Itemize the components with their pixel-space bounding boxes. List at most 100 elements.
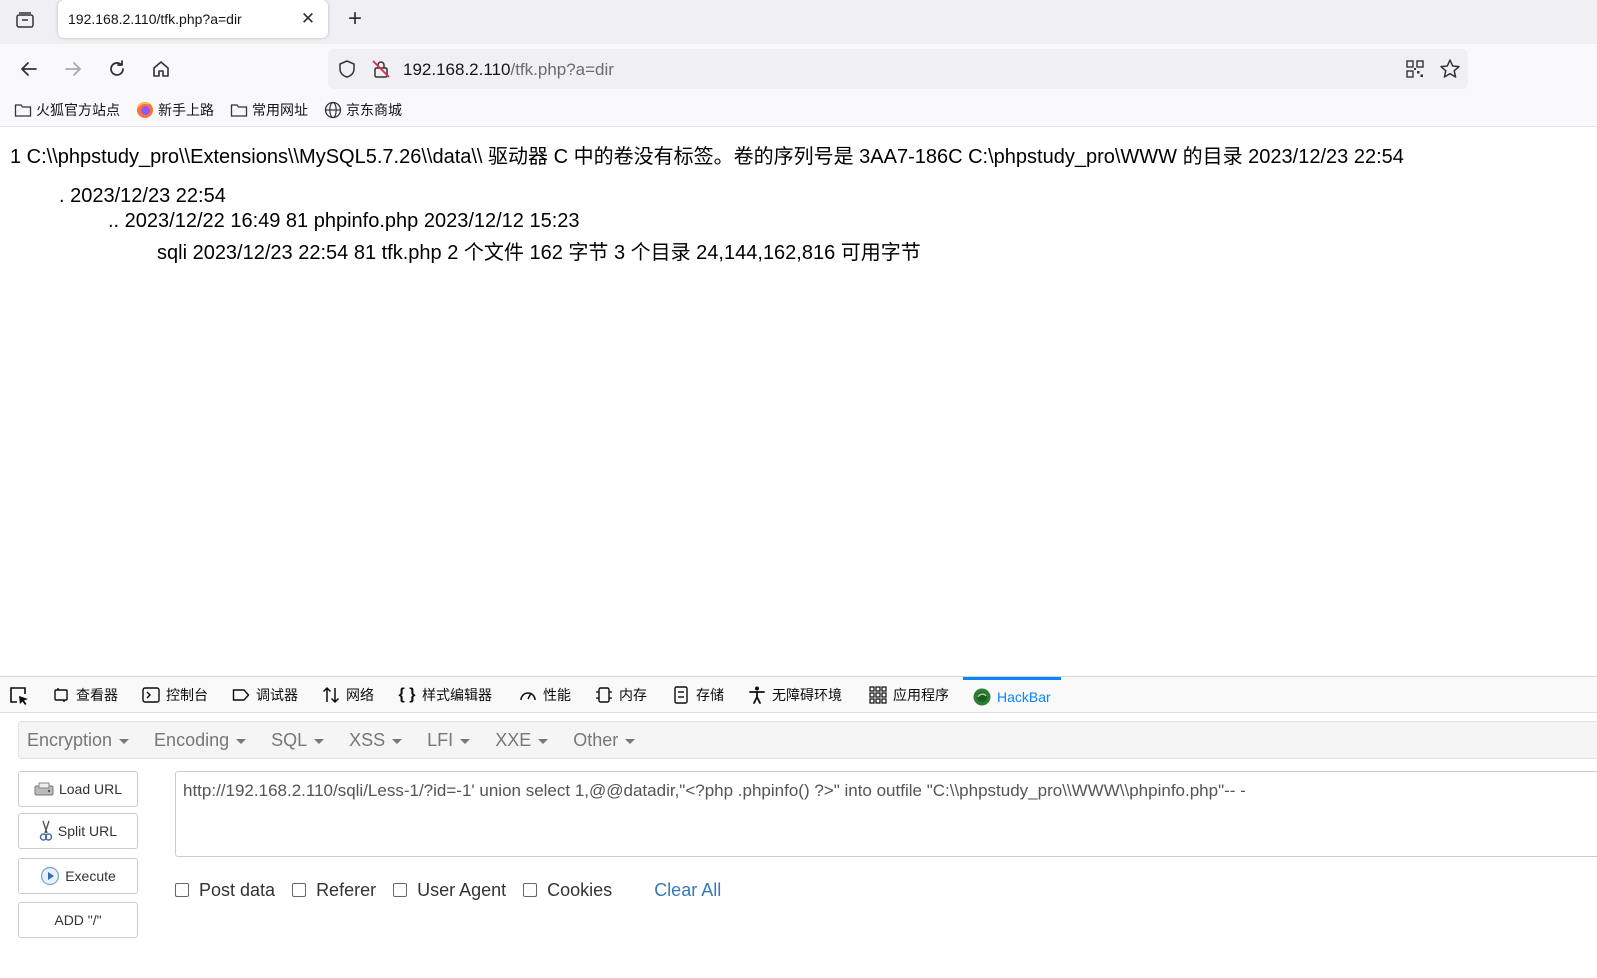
home-icon[interactable] xyxy=(145,53,177,85)
tab-memory[interactable]: 内存 xyxy=(595,677,647,713)
navigation-bar: 192.168.2.110/tfk.php?a=dir xyxy=(0,44,1597,94)
user-agent-checkbox[interactable] xyxy=(393,883,408,897)
back-arrow-icon[interactable] xyxy=(13,53,45,85)
bookmark-item[interactable]: 京东商城 xyxy=(324,100,402,120)
tracking-shield-icon[interactable] xyxy=(337,59,357,84)
close-tab-icon[interactable]: ✕ xyxy=(298,9,318,29)
tab-style-editor[interactable]: { } 样式编辑器 xyxy=(398,677,492,713)
tab-performance[interactable]: 性能 xyxy=(519,677,571,713)
option-label: Post data xyxy=(199,879,276,900)
network-icon xyxy=(322,686,340,704)
output-line-1: 1 C:\\phpstudy_pro\\Extensions\\MySQL5.7… xyxy=(10,146,1404,168)
cookies-option[interactable]: Cookies xyxy=(523,880,612,901)
bookmark-star-icon[interactable] xyxy=(1439,58,1461,85)
option-label: User Agent xyxy=(417,879,507,900)
menu-encryption[interactable]: Encryption xyxy=(27,729,130,751)
tab-storage[interactable]: 存储 xyxy=(672,677,724,713)
menu-other[interactable]: Other xyxy=(573,730,636,751)
tab-network[interactable]: 网络 xyxy=(322,677,374,713)
menu-label: XSS xyxy=(349,729,386,750)
folder-icon xyxy=(14,101,32,119)
cookies-checkbox[interactable] xyxy=(523,883,538,897)
bookmark-item[interactable]: 常用网址 xyxy=(230,100,308,120)
tab-console[interactable]: 控制台 xyxy=(142,677,208,713)
memory-icon xyxy=(595,686,613,704)
tab-application[interactable]: 应用程序 xyxy=(869,677,949,713)
referer-option[interactable]: Referer xyxy=(292,880,376,901)
add-slash-button[interactable]: ADD "/" xyxy=(18,902,138,938)
tab-label: 无障碍环境 xyxy=(772,687,842,703)
bookmark-label: 常用网址 xyxy=(252,102,308,118)
post-data-option[interactable]: Post data xyxy=(175,880,275,901)
tab-label: 查看器 xyxy=(76,687,118,703)
menu-encoding[interactable]: Encoding xyxy=(154,730,247,751)
user-agent-option[interactable]: User Agent xyxy=(393,880,506,901)
caret-down-icon xyxy=(119,738,130,744)
bookmark-item[interactable]: 火狐官方站点 xyxy=(14,100,120,120)
button-label: Split URL xyxy=(57,823,118,839)
url-host: 192.168.2.110 xyxy=(403,60,511,79)
bookmark-label: 火狐官方站点 xyxy=(36,102,120,118)
caret-down-icon xyxy=(625,738,636,744)
tab-label: 控制台 xyxy=(166,687,208,703)
url-textarea-value: http://192.168.2.110/sqli/Less-1/?id=-1'… xyxy=(183,781,1246,800)
tab-label: HackBar xyxy=(997,688,1051,705)
url-text[interactable]: 192.168.2.110/tfk.php?a=dir xyxy=(403,60,614,80)
tab-label: 调试器 xyxy=(256,687,298,703)
post-data-checkbox[interactable] xyxy=(175,883,189,897)
url-textarea[interactable]: http://192.168.2.110/sqli/Less-1/?id=-1'… xyxy=(175,771,1597,857)
tab-accessibility[interactable]: 无障碍环境 xyxy=(748,677,842,713)
tab-label: 存储 xyxy=(696,687,724,703)
devtools-panel: 查看器 控制台 调试器 网络 { } 样式编辑器 性能 内存 存储 无障碍环境 … xyxy=(0,676,1597,978)
play-icon xyxy=(40,866,60,886)
caret-down-icon xyxy=(314,738,325,744)
address-bar[interactable]: 192.168.2.110/tfk.php?a=dir xyxy=(328,49,1468,89)
menu-label: Encryption xyxy=(27,729,113,750)
tab-label: 内存 xyxy=(619,687,647,703)
reload-icon[interactable] xyxy=(101,53,133,85)
firefox-icon xyxy=(136,101,154,119)
tab-label: 应用程序 xyxy=(893,687,949,703)
tab-hackbar[interactable]: HackBar xyxy=(963,677,1061,713)
menu-label: LFI xyxy=(427,729,454,750)
tab-title: 192.168.2.110/tfk.php?a=dir xyxy=(68,11,242,27)
browser-tab-active[interactable]: 192.168.2.110/tfk.php?a=dir ✕ xyxy=(58,0,328,38)
devtools-tab-bar: 查看器 控制台 调试器 网络 { } 样式编辑器 性能 内存 存储 无障碍环境 … xyxy=(0,677,1597,713)
menu-xss[interactable]: XSS xyxy=(349,729,403,751)
tab-list-icon[interactable] xyxy=(10,5,40,35)
forward-arrow-icon[interactable] xyxy=(57,53,89,85)
bookmarks-toolbar: 火狐官方站点 新手上路 常用网址 京东商城 xyxy=(0,94,1597,127)
inspector-icon xyxy=(52,686,70,704)
menu-label: SQL xyxy=(271,729,308,750)
folder-icon xyxy=(230,101,248,119)
option-label: Referer xyxy=(316,879,377,900)
output-line-2: . 2023/12/23 22:54 xyxy=(59,185,226,207)
load-url-button[interactable]: Load URL xyxy=(18,771,138,807)
storage-icon xyxy=(672,686,690,704)
qr-code-icon[interactable] xyxy=(1405,59,1425,84)
execute-button[interactable]: Execute xyxy=(18,858,138,894)
menu-xxe[interactable]: XXE xyxy=(495,730,549,751)
caret-down-icon xyxy=(460,738,471,744)
insecure-lock-icon[interactable] xyxy=(371,59,391,84)
tab-debugger[interactable]: 调试器 xyxy=(232,677,298,713)
button-label: Load URL xyxy=(58,781,123,797)
referer-checkbox[interactable] xyxy=(292,883,307,897)
tab-label: 性能 xyxy=(543,687,571,703)
new-tab-icon[interactable]: + xyxy=(340,4,370,34)
bookmark-item[interactable]: 新手上路 xyxy=(136,100,214,120)
tab-strip: 192.168.2.110/tfk.php?a=dir ✕ + xyxy=(0,0,1597,44)
clear-all-link[interactable]: Clear All xyxy=(654,880,721,901)
bookmark-label: 新手上路 xyxy=(158,102,214,118)
application-icon xyxy=(869,686,887,704)
debugger-icon xyxy=(232,686,250,704)
menu-sql[interactable]: SQL xyxy=(271,729,325,751)
split-url-button[interactable]: Split URL xyxy=(18,813,138,849)
console-icon xyxy=(142,686,160,704)
tab-inspector[interactable]: 查看器 xyxy=(52,677,118,713)
element-picker-icon[interactable] xyxy=(8,685,30,707)
menu-lfi[interactable]: LFI xyxy=(427,729,471,751)
globe-icon xyxy=(324,101,342,119)
style-editor-icon: { } xyxy=(398,686,416,703)
caret-down-icon xyxy=(392,738,403,744)
